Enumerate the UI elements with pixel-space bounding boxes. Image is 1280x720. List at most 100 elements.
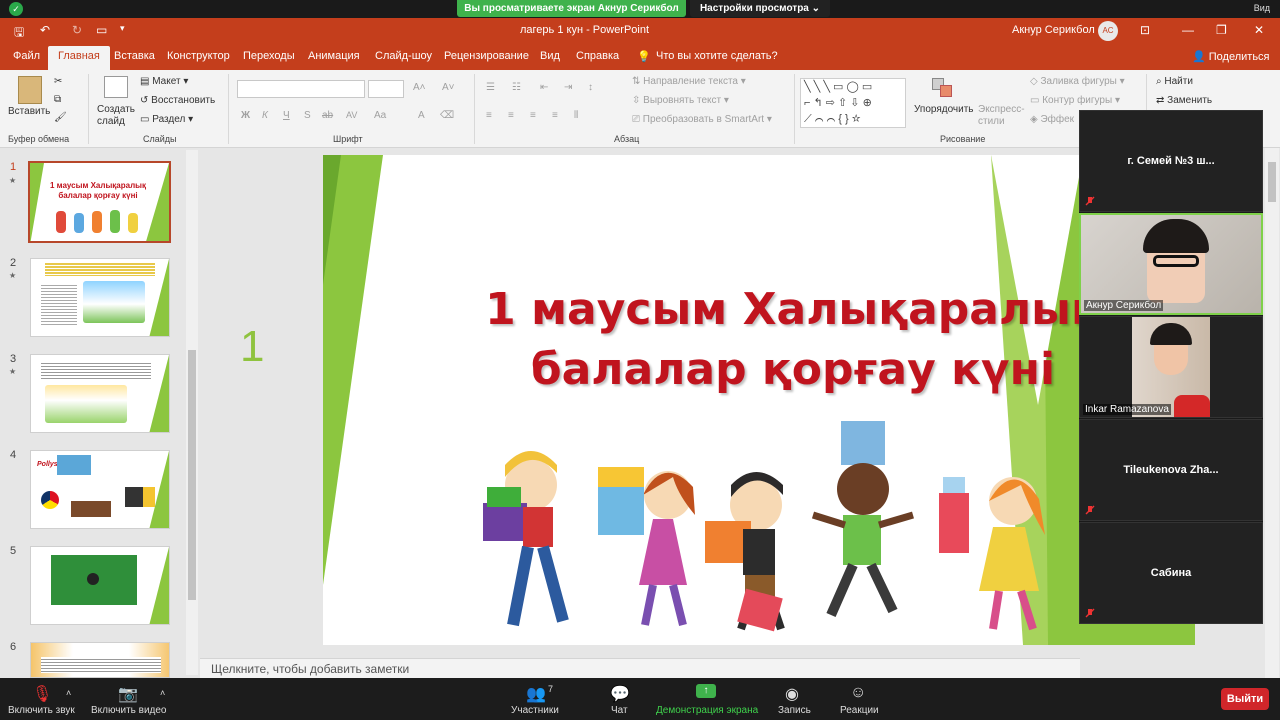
ribbon-display-icon[interactable]: ⊡ [1140, 23, 1150, 37]
copy-icon[interactable]: ⧉ [54, 94, 61, 105]
format-painter-icon[interactable]: 🖌 [54, 112, 67, 123]
chat-button[interactable]: Чат [611, 705, 628, 716]
slide-thumbnail-2[interactable] [30, 258, 170, 337]
participant-tile[interactable]: Сабина [1079, 522, 1263, 624]
change-case-button[interactable]: Aa [374, 110, 386, 121]
tab-design[interactable]: Конструктор [167, 50, 230, 62]
record-button[interactable]: Запись [778, 705, 811, 716]
slide-thumbnail-6[interactable] [30, 642, 170, 678]
numbering-icon[interactable]: ☷ [512, 82, 521, 93]
view-settings-button[interactable]: Настройки просмотра ⌄ [690, 0, 830, 17]
layout-button[interactable]: ▤ Макет ▾ [140, 76, 188, 87]
tab-file[interactable]: Файл [13, 50, 40, 62]
undo-icon[interactable]: ↶ [40, 23, 50, 37]
bold-button[interactable]: Ж [241, 110, 250, 121]
tab-slideshow[interactable]: Слайд-шоу [375, 50, 432, 62]
smartart-button[interactable]: ⎚ Преобразовать в SmartArt ▾ [632, 114, 772, 125]
replace-button[interactable]: ⇄ Заменить [1156, 95, 1212, 106]
paste-button[interactable]: Вставить [8, 106, 50, 117]
chevron-up-icon[interactable]: ˄ [160, 688, 165, 698]
user-name[interactable]: Акнур Серикбол [1012, 24, 1095, 36]
close-icon[interactable]: ✕ [1254, 23, 1264, 37]
avatar[interactable]: АС [1098, 21, 1118, 41]
tell-me-input[interactable]: Что вы хотите сделать? [656, 50, 778, 62]
reactions-icon[interactable]: ☺ [850, 684, 866, 702]
record-icon[interactable]: ◉ [785, 684, 799, 704]
start-video-button[interactable]: Включить видео [91, 705, 167, 716]
tab-review[interactable]: Рецензирование [444, 50, 529, 62]
chevron-up-icon[interactable]: ˄ [66, 688, 71, 698]
slide-scrollbar[interactable] [1265, 148, 1279, 678]
strikethrough-button[interactable]: ab [322, 110, 333, 121]
line-spacing-icon[interactable]: ↕ [588, 82, 593, 93]
thumbnails-scrollbar[interactable] [186, 150, 198, 675]
justify-icon[interactable]: ≡ [552, 110, 558, 121]
participants-button[interactable]: Участники [511, 705, 559, 716]
slide-thumbnail-4[interactable]: Pollys [30, 450, 170, 529]
columns-icon[interactable]: ⫴ [574, 110, 578, 121]
italic-button[interactable]: К [262, 110, 268, 121]
font-size-select[interactable] [368, 80, 404, 98]
align-text-button[interactable]: ⇳ Выровнять текст ▾ [632, 95, 729, 106]
share-screen-button[interactable]: Демонстрация экрана [656, 705, 758, 716]
align-center-icon[interactable]: ≡ [508, 110, 514, 121]
spacing-button[interactable]: AV [346, 110, 357, 120]
tab-home[interactable]: Главная [48, 46, 110, 70]
slide-thumbnail-3[interactable] [30, 354, 170, 433]
arrange-button[interactable]: Упорядочить [914, 104, 974, 115]
tab-help[interactable]: Справка [576, 50, 619, 62]
shape-effects-button[interactable]: ◈ Эффек [1030, 114, 1074, 125]
shape-outline-button[interactable]: ▭ Контур фигуры ▾ [1030, 95, 1120, 106]
restore-icon[interactable]: ❐ [1216, 23, 1227, 37]
unmute-button[interactable]: Включить звук [8, 705, 75, 716]
participant-tile[interactable]: г. Семей №3 ш... [1079, 110, 1263, 212]
slide-canvas[interactable]: 1 маусым Халықаралық балалар қорғау күні [323, 155, 1195, 645]
participant-tile[interactable]: Tileukenova Zha... [1079, 419, 1263, 521]
redo-icon[interactable]: ↻ [72, 23, 82, 37]
chat-icon[interactable]: 💬 [610, 684, 630, 704]
underline-button[interactable]: Ч [283, 110, 290, 121]
share-button-ppt[interactable]: 👤 Поделиться [1192, 50, 1270, 63]
view-button[interactable]: Вид [1254, 3, 1270, 13]
shapes-gallery[interactable]: ╲ ╲ ╲ ▭ ◯ ▭ ⌐ ↰ ⇨ ⇧ ⇩ ⊕ ⟋ ⌒ ⌒ { } ☆ [800, 78, 906, 128]
font-family-select[interactable] [237, 80, 365, 98]
decrease-indent-icon[interactable]: ⇤ [540, 82, 548, 93]
present-icon[interactable]: ▭ [96, 23, 107, 37]
minimize-icon[interactable]: — [1182, 23, 1194, 37]
participant-tile-active[interactable]: Акнур Серикбол [1079, 213, 1263, 315]
new-slide-button[interactable]: Создать слайд [97, 104, 137, 128]
quick-styles-button[interactable]: Экспресс-стили [978, 104, 1025, 128]
leave-button[interactable]: Выйти [1221, 688, 1269, 710]
align-left-icon[interactable]: ≡ [486, 110, 492, 121]
customize-qat-icon[interactable]: ▾ [120, 23, 125, 34]
font-color-button[interactable]: A [418, 110, 425, 121]
tab-animations[interactable]: Анимация [308, 50, 360, 62]
text-direction-button[interactable]: ⇅ Направление текста ▾ [632, 76, 746, 87]
reactions-button[interactable]: Реакции [840, 705, 879, 716]
share-screen-icon[interactable]: ↑ [696, 684, 716, 698]
tab-transitions[interactable]: Переходы [243, 50, 295, 62]
bullets-icon[interactable]: ☰ [486, 82, 495, 93]
notes-pane[interactable]: Щелкните, чтобы добавить заметки [200, 658, 1080, 678]
slide-thumbnail-5[interactable] [30, 546, 170, 625]
save-icon[interactable]: 🖫 [14, 23, 24, 44]
increase-font-icon[interactable]: A˄ [413, 82, 426, 93]
video-off-icon[interactable]: 📷 [118, 684, 138, 704]
participant-tile[interactable]: Inkar Ramazanova [1079, 316, 1263, 418]
tab-insert[interactable]: Вставка [114, 50, 155, 62]
scroll-thumb[interactable] [188, 350, 196, 600]
security-shield-icon[interactable]: ✓ [9, 2, 23, 16]
mic-muted-icon[interactable]: 🎙 [32, 684, 52, 704]
paste-icon[interactable] [18, 76, 42, 104]
scroll-thumb[interactable] [1268, 162, 1276, 202]
section-button[interactable]: ▭ Раздел ▾ [140, 114, 193, 125]
tab-view[interactable]: Вид [540, 50, 560, 62]
arrange-icon[interactable] [932, 78, 954, 98]
shadow-button[interactable]: S [304, 110, 311, 121]
decrease-font-icon[interactable]: A˅ [442, 82, 455, 93]
shape-fill-button[interactable]: ◇ Заливка фигуры ▾ [1030, 76, 1125, 87]
find-button[interactable]: ⌕ Найти [1156, 76, 1193, 87]
cut-icon[interactable]: ✂ [54, 76, 62, 87]
participants-icon[interactable]: 👥 [526, 684, 546, 704]
align-right-icon[interactable]: ≡ [530, 110, 536, 121]
